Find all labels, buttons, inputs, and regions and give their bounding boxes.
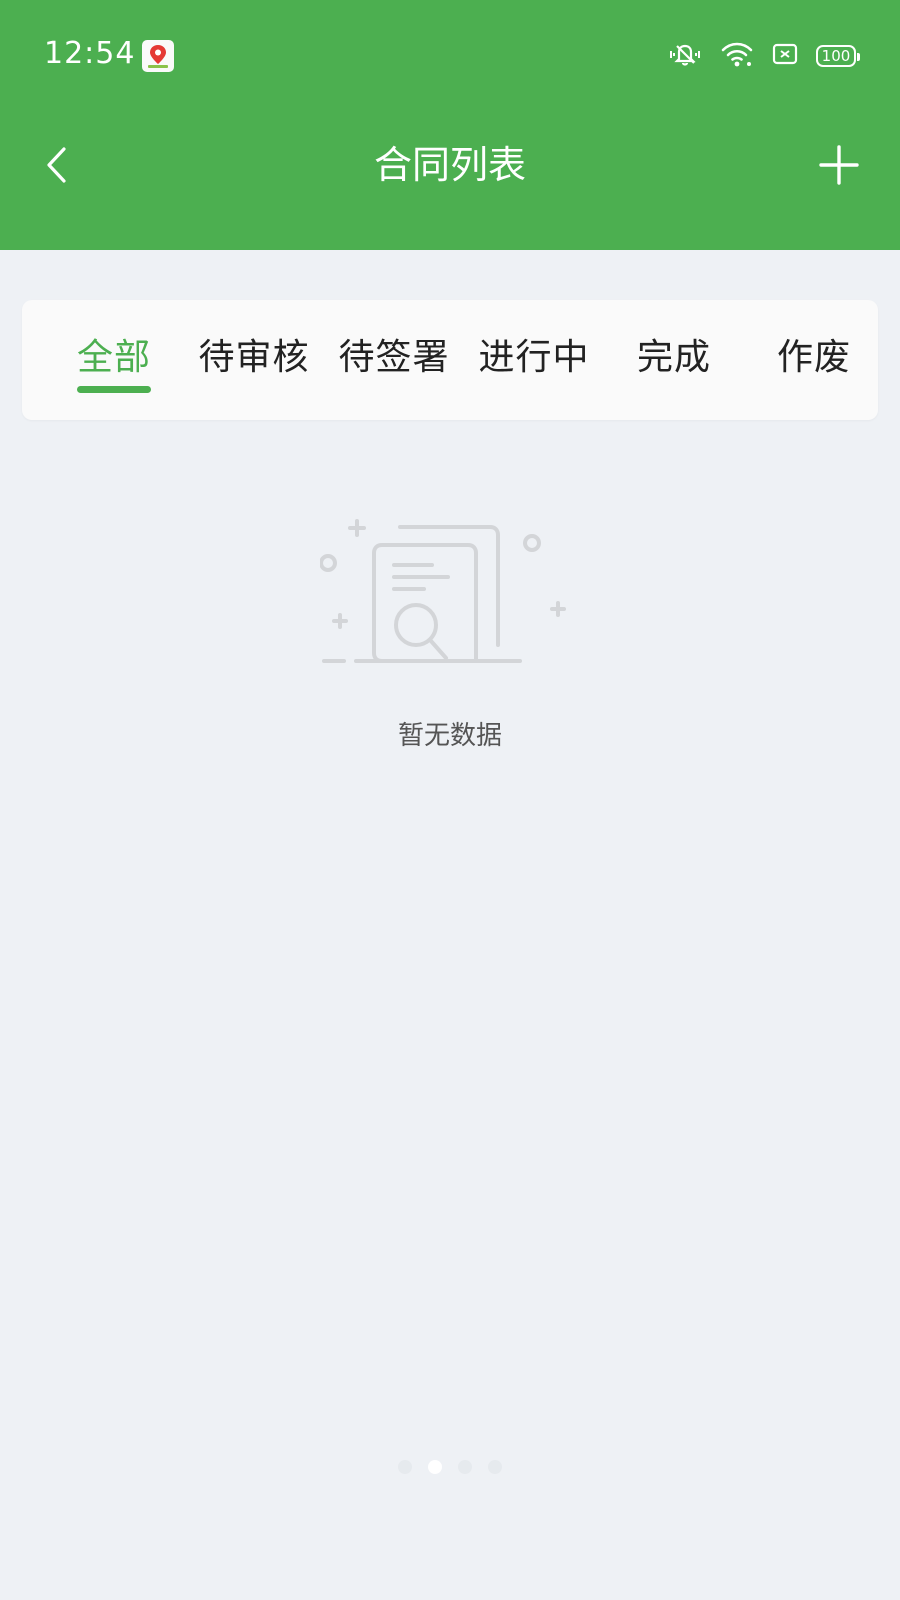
tab-completed[interactable]: 完成 [604, 300, 744, 420]
status-tab-bar: 全部 待审核 待签署 进行中 完成 作废 [22, 300, 878, 420]
status-time: 12:54 [44, 36, 136, 71]
page-title: 合同列表 [373, 143, 526, 187]
page-dot [488, 1460, 502, 1474]
page-dot-active [428, 1460, 442, 1474]
plus-icon [819, 145, 859, 185]
status-bar: 12:54 100 [0, 0, 900, 110]
tab-pending-review[interactable]: 待审核 [184, 300, 324, 420]
tab-label: 待审核 [198, 337, 310, 378]
page-dot [458, 1460, 472, 1474]
page-indicator [0, 1460, 900, 1474]
tab-pending-sign[interactable]: 待签署 [324, 300, 464, 420]
tab-active-indicator [77, 386, 151, 393]
sim-icon [772, 43, 798, 69]
add-contract-button[interactable] [814, 140, 864, 190]
app-notification-icon [142, 40, 174, 72]
tab-label: 进行中 [478, 337, 590, 378]
vibrate-icon [668, 39, 702, 73]
status-icons: 100 [668, 36, 860, 76]
tab-label: 全部 [76, 337, 151, 378]
page-dot [398, 1460, 412, 1474]
tab-label: 作废 [776, 337, 851, 378]
tab-voided[interactable]: 作废 [744, 300, 884, 420]
empty-state-text: 暂无数据 [397, 721, 502, 751]
tab-in-progress[interactable]: 进行中 [464, 300, 604, 420]
tab-label: 完成 [636, 337, 711, 378]
tab-all[interactable]: 全部 [44, 300, 184, 420]
empty-document-search-icon [319, 515, 580, 690]
tab-label: 待签署 [338, 337, 450, 378]
app-header: 12:54 100 合同列表 [0, 0, 900, 250]
battery-icon: 100 [816, 45, 860, 67]
nav-bar: 合同列表 [0, 110, 900, 220]
wifi-icon [720, 40, 754, 72]
